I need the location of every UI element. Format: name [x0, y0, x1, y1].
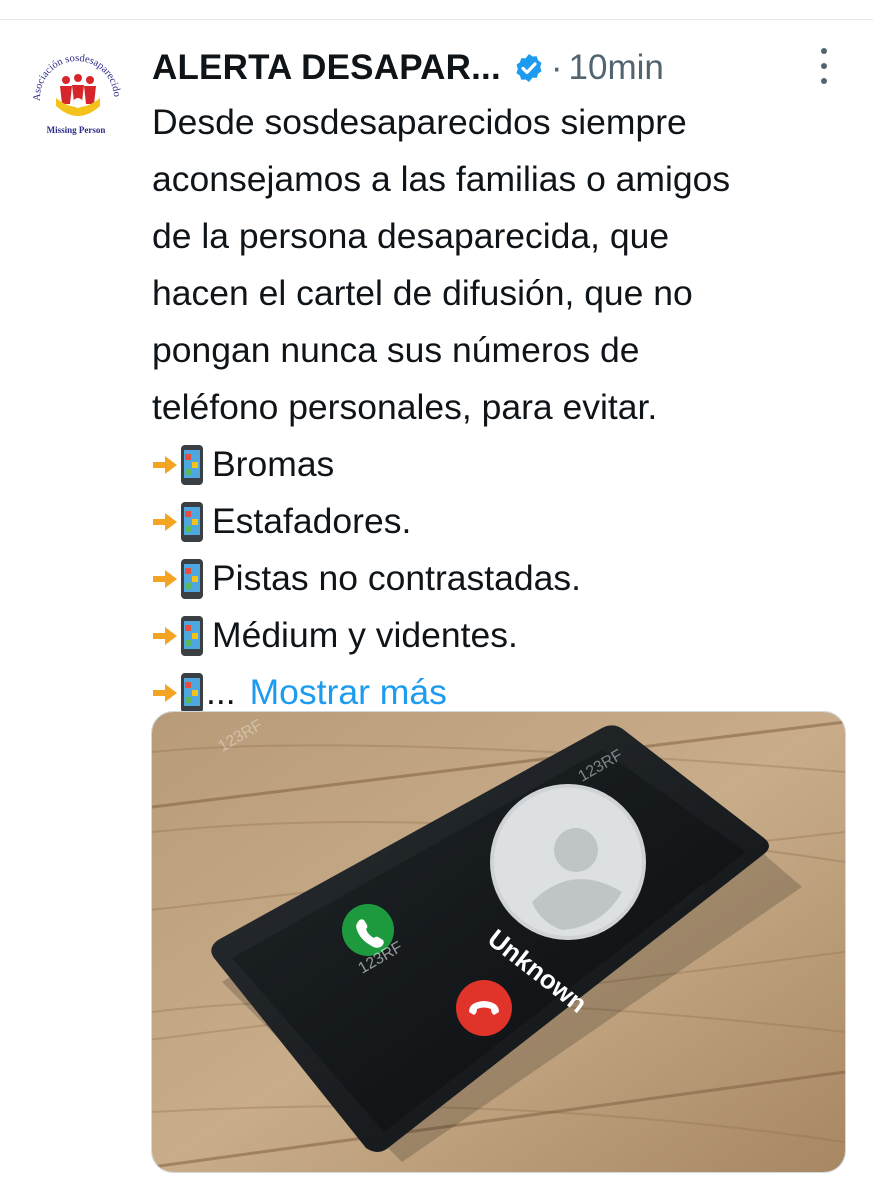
text-line: pongan nunca sus números de — [152, 330, 640, 370]
mobile-phone-icon — [181, 615, 203, 656]
right-arrow-icon — [153, 569, 177, 588]
avatar-caption: Missing Person — [47, 125, 106, 135]
mobile-phone-icon — [181, 672, 203, 713]
decline-call-icon — [456, 980, 512, 1036]
bullet-text: Bromas — [212, 444, 335, 484]
tweet-header: ALERTA DESAPAR... · 10min — [152, 44, 664, 92]
top-divider — [0, 19, 873, 20]
text-line: aconsejamos a las familias o amigos — [152, 159, 731, 199]
right-arrow-icon — [153, 455, 177, 474]
bullet-text: Pistas no contrastadas. — [212, 558, 582, 598]
timestamp[interactable]: 10min — [569, 48, 664, 88]
text-line: hacen el cartel de difusión, que no — [152, 273, 693, 313]
right-arrow-icon — [153, 626, 177, 645]
tweet-image[interactable]: Unknown 123RF 123RF 123RF — [151, 711, 846, 1173]
right-arrow-icon — [153, 512, 177, 531]
bullet-text: Médium y videntes. — [212, 615, 518, 655]
tweet-text: Desde sosdesaparecidos siempre aconsejam… — [152, 94, 857, 721]
bullet-item: Médium y videntes. — [152, 607, 857, 664]
mobile-phone-icon — [181, 444, 203, 485]
mobile-phone-icon — [181, 558, 203, 599]
mobile-phone-icon — [181, 501, 203, 542]
right-arrow-icon — [153, 683, 177, 702]
bullet-item: Pistas no contrastadas. — [152, 550, 857, 607]
text-line: teléfono personales, para evitar. — [152, 387, 658, 427]
bullet-item: Bromas — [152, 436, 857, 493]
author-name[interactable]: ALERTA DESAPAR... — [152, 48, 501, 88]
bullet-item: Estafadores. — [152, 493, 857, 550]
verified-badge-icon — [516, 54, 542, 82]
bullet-text: Estafadores. — [212, 501, 412, 541]
separator-dot: · — [550, 48, 563, 87]
text-line: Desde sosdesaparecidos siempre — [152, 102, 687, 142]
more-dots-icon[interactable] — [816, 48, 832, 84]
avatar[interactable]: Asociación sosdesaparecidos Missing Pers… — [18, 32, 132, 140]
text-line: de la persona desaparecida, que — [152, 216, 670, 256]
